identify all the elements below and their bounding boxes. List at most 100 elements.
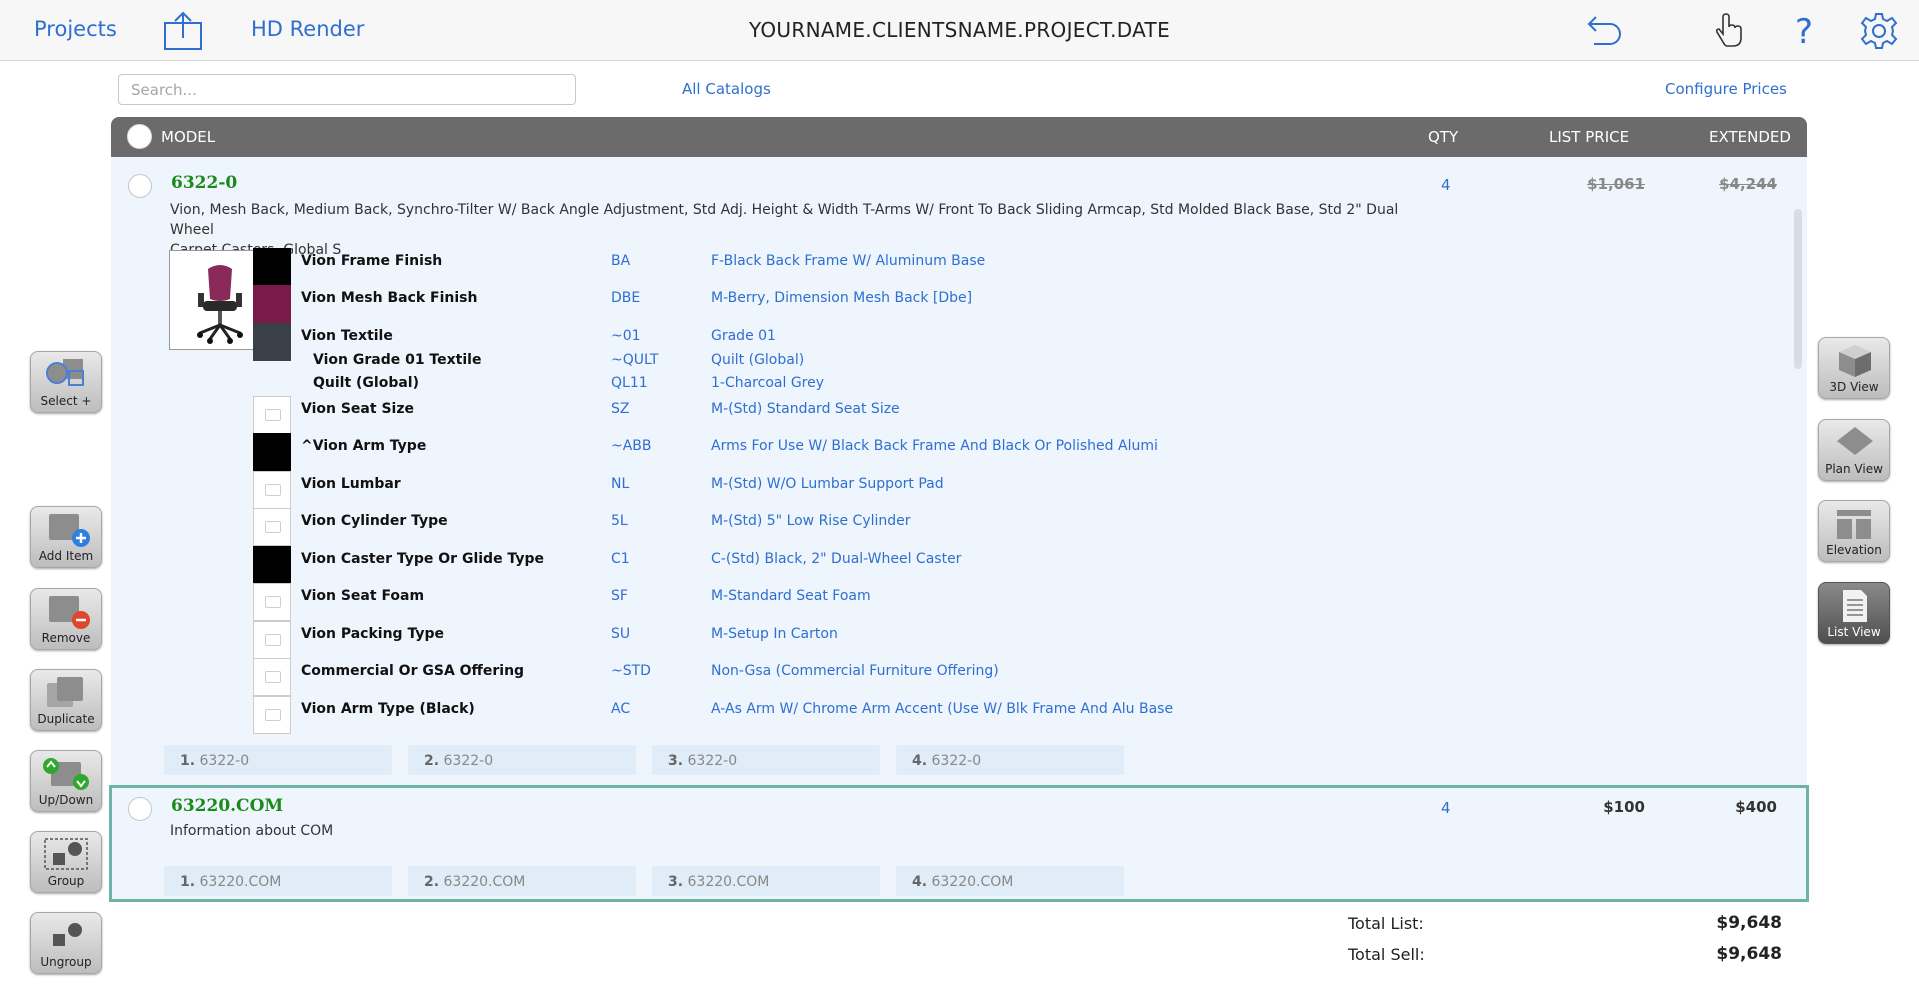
duplicate-button[interactable]: Duplicate <box>30 669 102 731</box>
no-image-swatch[interactable] <box>253 396 291 434</box>
option-value[interactable]: F-Black Back Frame W/ Aluminum Base <box>711 253 985 269</box>
settings-gear-icon[interactable] <box>1858 10 1900 52</box>
item-model[interactable]: 6322-0 <box>171 173 237 193</box>
list-view-button[interactable]: List View <box>1818 582 1890 644</box>
sub-item-chip[interactable]: 3. 6322-0 <box>652 745 880 775</box>
option-value[interactable]: M-Berry, Dimension Mesh Back [Dbe] <box>711 290 972 306</box>
option-row[interactable]: Vion Packing Type SU M-Setup In Carton <box>253 621 1401 659</box>
option-value[interactable]: Non-Gsa (Commercial Furniture Offering) <box>711 663 999 679</box>
option-code[interactable]: SU <box>611 626 630 642</box>
option-row[interactable]: Vion Lumbar NL M-(Std) W/O Lumbar Suppor… <box>253 471 1401 509</box>
item-select-radio[interactable] <box>128 797 152 821</box>
option-value[interactable]: M-Standard Seat Foam <box>711 588 871 604</box>
sub-item-chip[interactable]: 2. 63220.COM <box>408 866 636 896</box>
sub-item-label: 63220.COM <box>931 874 1014 890</box>
option-value[interactable]: Arms For Use W/ Black Back Frame And Bla… <box>711 438 1158 454</box>
finish-swatch[interactable] <box>253 546 291 584</box>
option-value[interactable]: Quilt (Global) <box>711 352 804 368</box>
plan-view-button[interactable]: Plan View <box>1818 419 1890 481</box>
option-row[interactable]: Vion Cylinder Type 5L M-(Std) 5" Low Ris… <box>253 508 1401 546</box>
item-extended-price: $4,244 <box>1719 175 1777 193</box>
option-code[interactable]: ~01 <box>611 328 641 344</box>
option-value[interactable]: C-(Std) Black, 2" Dual-Wheel Caster <box>711 551 961 567</box>
up-down-button[interactable]: Up/Down <box>30 750 102 812</box>
option-row[interactable]: Vion Mesh Back Finish DBE M-Berry, Dimen… <box>253 285 1401 323</box>
option-row[interactable]: Vion Frame Finish BA F-Black Back Frame … <box>253 248 1401 286</box>
option-code[interactable]: ~STD <box>611 663 651 679</box>
help-icon[interactable]: ? <box>1783 10 1825 52</box>
option-row[interactable]: Vion Seat Foam SF M-Standard Seat Foam <box>253 583 1401 621</box>
option-code[interactable]: NL <box>611 476 629 492</box>
no-image-swatch[interactable] <box>253 658 291 696</box>
no-image-icon <box>265 671 281 683</box>
no-image-swatch[interactable] <box>253 696 291 734</box>
finish-swatch[interactable] <box>253 285 291 323</box>
sub-item-label: 63220.COM <box>443 874 526 890</box>
option-code[interactable]: SF <box>611 588 628 604</box>
option-row[interactable]: Commercial Or GSA Offering ~STD Non-Gsa … <box>253 658 1401 696</box>
option-code[interactable]: QL11 <box>611 375 648 391</box>
option-row[interactable]: Quilt (Global) QL11 1-Charcoal Grey <box>301 373 1401 397</box>
option-value[interactable]: M-(Std) W/O Lumbar Support Pad <box>711 476 944 492</box>
sub-item-chip[interactable]: 4. 63220.COM <box>896 866 1124 896</box>
group-button[interactable]: Group <box>30 831 102 893</box>
option-row[interactable]: ^Vion Arm Type ~ABB Arms For Use W/ Blac… <box>253 433 1401 471</box>
sub-item-chip[interactable]: 1. 63220.COM <box>164 866 392 896</box>
no-image-swatch[interactable] <box>253 508 291 546</box>
option-code[interactable]: SZ <box>611 401 629 417</box>
option-code[interactable]: DBE <box>611 290 640 306</box>
finish-swatch[interactable] <box>253 433 291 471</box>
search-input[interactable] <box>118 74 576 105</box>
option-value[interactable]: A-As Arm W/ Chrome Arm Accent (Use W/ Bl… <box>711 701 1173 717</box>
3d-view-button[interactable]: 3D View <box>1818 337 1890 399</box>
list-item-selected[interactable]: 63220.COM Information about COM 4 $100 $… <box>109 785 1809 902</box>
option-code[interactable]: ~QULT <box>611 352 658 368</box>
item-select-radio[interactable] <box>128 174 152 198</box>
option-value[interactable]: M-(Std) 5" Low Rise Cylinder <box>711 513 911 529</box>
finish-swatch[interactable] <box>253 323 291 361</box>
no-image-swatch[interactable] <box>253 621 291 659</box>
option-code[interactable]: C1 <box>611 551 630 567</box>
sub-item-chip[interactable]: 1. 6322-0 <box>164 745 392 775</box>
elevation-button[interactable]: Elevation <box>1818 500 1890 562</box>
configure-prices-link[interactable]: Configure Prices <box>1665 80 1787 98</box>
option-code[interactable]: ~ABB <box>611 438 652 454</box>
sub-item-chip[interactable]: 4. 6322-0 <box>896 745 1124 775</box>
no-image-swatch[interactable] <box>253 471 291 509</box>
item-qty[interactable]: 4 <box>1441 176 1451 194</box>
scrollbar-thumb[interactable] <box>1794 209 1802 369</box>
option-value[interactable]: M-(Std) Standard Seat Size <box>711 401 900 417</box>
option-name: Vion Caster Type Or Glide Type <box>301 551 544 567</box>
option-row[interactable]: Vion Textile ~01 Grade 01 <box>253 323 1401 361</box>
option-row[interactable]: Vion Grade 01 Textile ~QULT Quilt (Globa… <box>301 350 1401 374</box>
item-model[interactable]: 63220.COM <box>171 796 283 816</box>
hand-pointer-icon[interactable] <box>1707 10 1749 52</box>
sub-item-chip[interactable]: 2. 6322-0 <box>408 745 636 775</box>
sub-item-number: 1. <box>180 753 196 769</box>
select-all-radio[interactable] <box>127 124 152 149</box>
ungroup-button[interactable]: Ungroup <box>30 912 102 974</box>
option-code[interactable]: AC <box>611 701 630 717</box>
cube-icon <box>1839 345 1871 377</box>
option-value[interactable]: 1-Charcoal Grey <box>711 375 824 391</box>
option-row[interactable]: Vion Arm Type (Black) AC A-As Arm W/ Chr… <box>253 696 1401 734</box>
list-view-icon <box>1843 590 1867 622</box>
option-row[interactable]: Vion Caster Type Or Glide Type C1 C-(Std… <box>253 546 1401 584</box>
undo-icon[interactable] <box>1582 10 1624 52</box>
add-item-button[interactable]: Add Item <box>30 506 102 568</box>
option-code[interactable]: BA <box>611 253 630 269</box>
all-catalogs-link[interactable]: All Catalogs <box>682 80 771 98</box>
remove-button[interactable]: Remove <box>30 588 102 650</box>
item-list-table: MODEL QTY LIST PRICE EXTENDED 6322-0 Vio… <box>109 117 1809 904</box>
no-image-icon <box>265 409 281 421</box>
no-image-swatch[interactable] <box>253 583 291 621</box>
finish-swatch[interactable] <box>253 248 291 286</box>
item-qty[interactable]: 4 <box>1441 799 1451 817</box>
option-value[interactable]: M-Setup In Carton <box>711 626 838 642</box>
sub-item-chip[interactable]: 3. 63220.COM <box>652 866 880 896</box>
option-row[interactable]: Vion Seat Size SZ M-(Std) Standard Seat … <box>253 396 1401 434</box>
option-value[interactable]: Grade 01 <box>711 328 776 344</box>
select-plus-button[interactable]: Select + <box>30 351 102 413</box>
option-name: Vion Frame Finish <box>301 253 443 269</box>
option-code[interactable]: 5L <box>611 513 628 529</box>
